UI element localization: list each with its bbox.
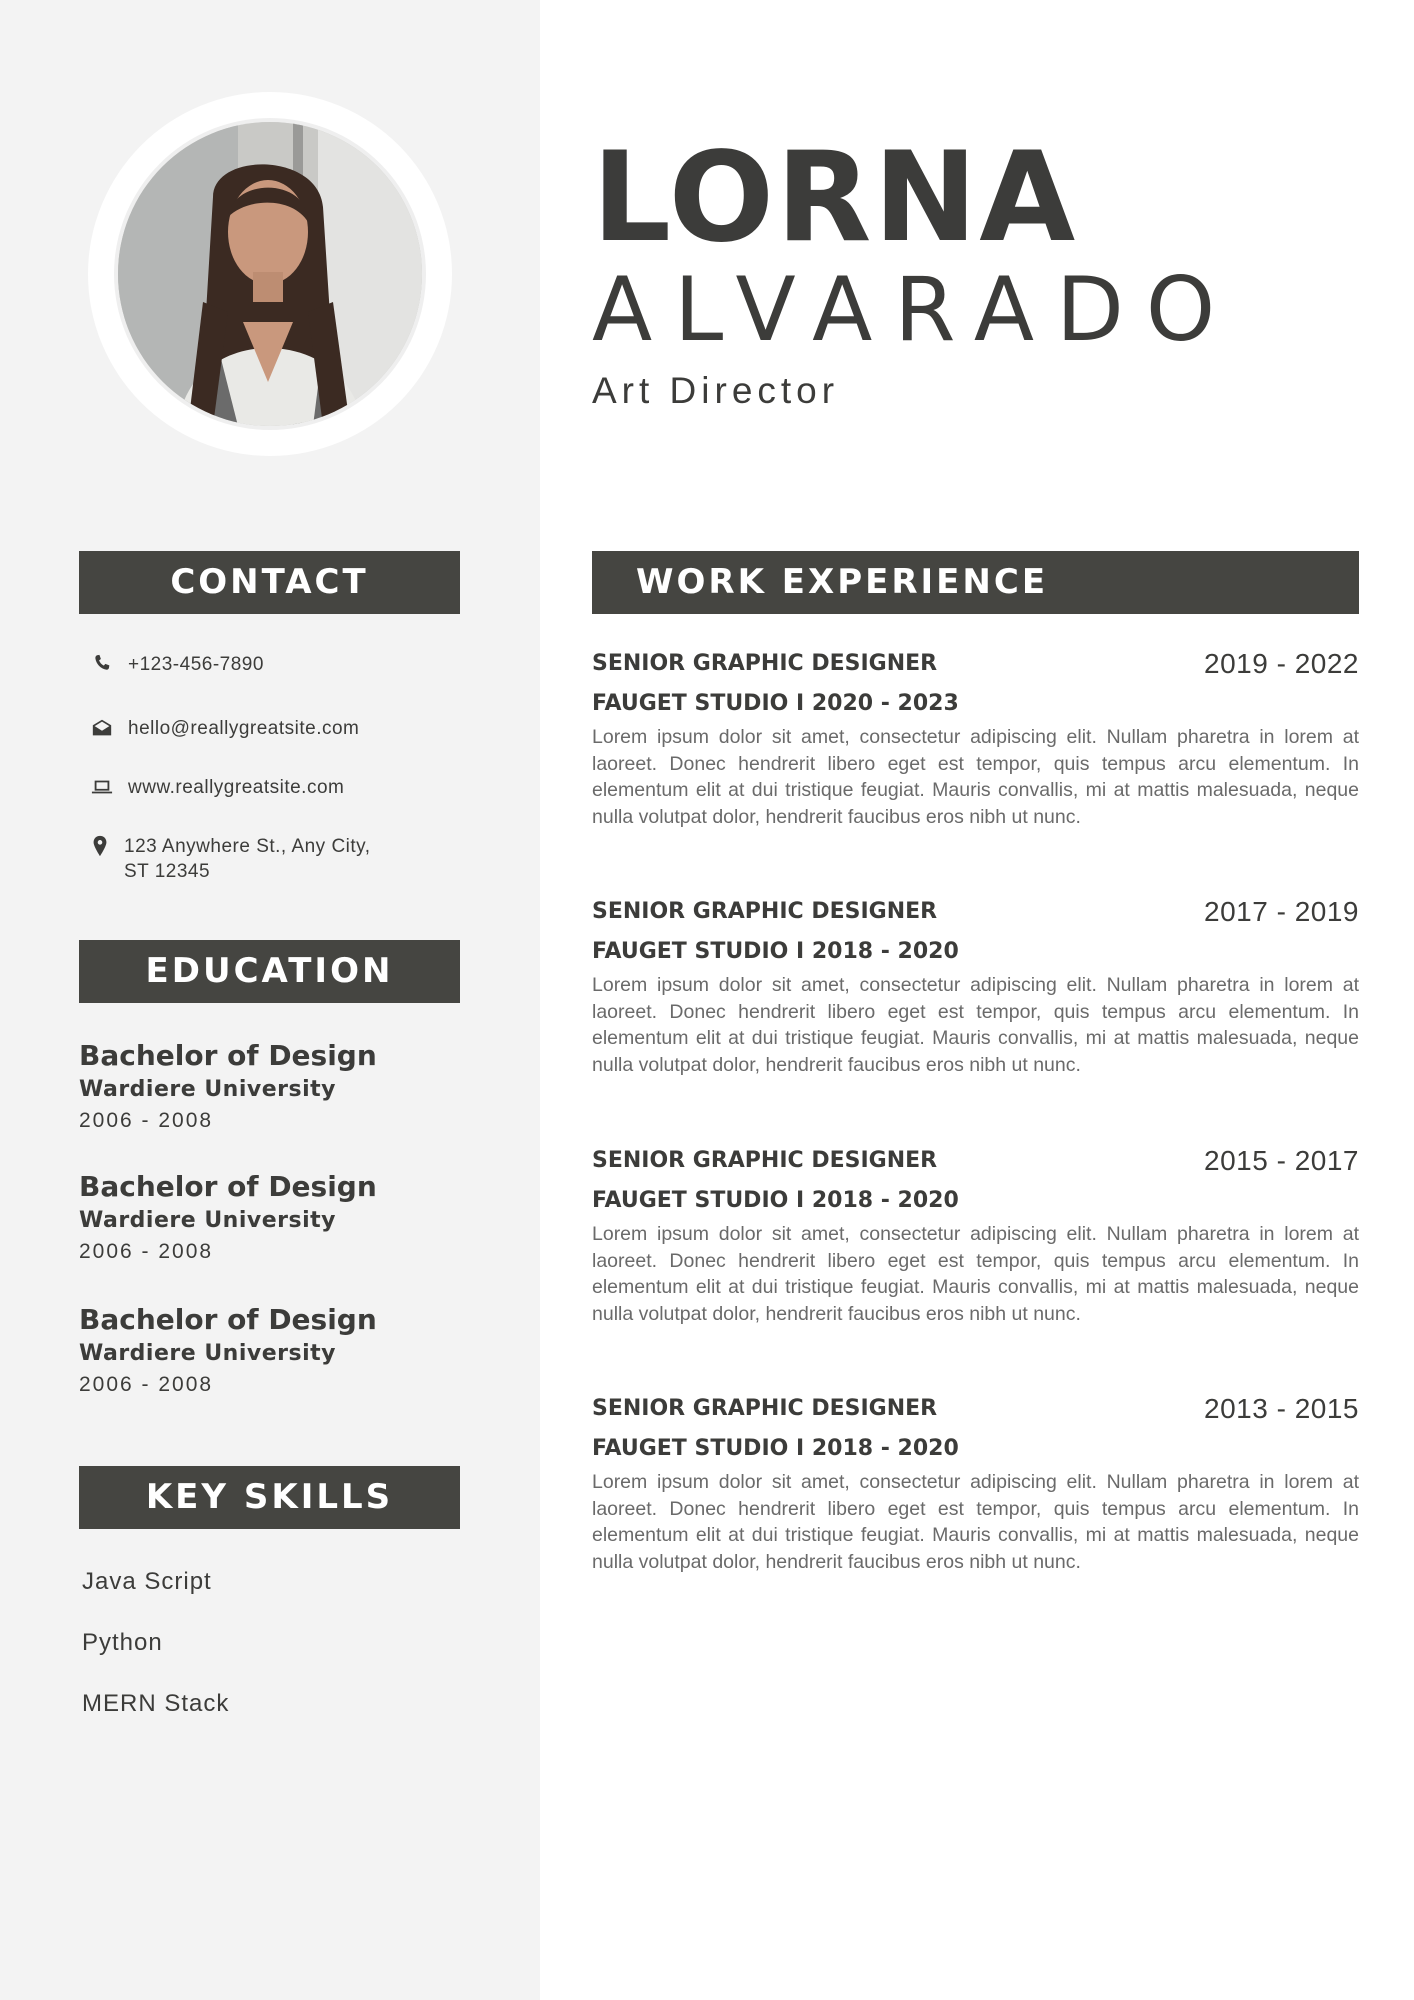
education-item: Bachelor of Design Wardiere University 2… [79, 1302, 377, 1400]
contact-heading: CONTACT [79, 551, 460, 614]
school-name: Wardiere University [79, 1208, 336, 1233]
job-description: Lorem ipsum dolor sit amet, consectetur … [592, 974, 1359, 1076]
website-link[interactable]: www.reallygreatsite.com [128, 775, 344, 800]
address-line-2: ST 12345 [124, 861, 211, 882]
email-address[interactable]: hello@reallygreatsite.com [128, 716, 359, 741]
job-years: 2015 - 2017 [1204, 1145, 1359, 1176]
school-name: Wardiere University [79, 1341, 336, 1366]
work-item: SENIOR GRAPHIC DESIGNER 2015 - 2017 FAUG… [592, 1145, 1359, 1327]
portrait-image [118, 122, 422, 426]
job-title: SENIOR GRAPHIC DESIGNER [592, 1396, 938, 1421]
job-description: Lorem ipsum dolor sit amet, consectetur … [592, 1223, 1359, 1325]
education-years: 2006 - 2008 [79, 1240, 214, 1263]
work-item: SENIOR GRAPHIC DESIGNER 2017 - 2019 FAUG… [592, 896, 1359, 1078]
address-text: 123 Anywhere St., Any City, ST 12345 [124, 834, 371, 884]
job-title: SENIOR GRAPHIC DESIGNER [592, 899, 938, 924]
map-pin-icon [88, 834, 112, 858]
job-company: FAUGET STUDIO I 2018 - 2020 [592, 1436, 959, 1461]
skill-item: Python [82, 1629, 163, 1656]
contact-website: www.reallygreatsite.com [88, 775, 344, 800]
work-item: SENIOR GRAPHIC DESIGNER 2013 - 2015 FAUG… [592, 1393, 1359, 1575]
last-name: ALVARADO [592, 258, 1238, 361]
envelope-icon [88, 716, 116, 740]
job-years: 2017 - 2019 [1204, 896, 1359, 927]
school-name: Wardiere University [79, 1077, 336, 1102]
job-company: FAUGET STUDIO I 2020 - 2023 [592, 691, 959, 716]
degree-name: Bachelor of Design [79, 1303, 377, 1336]
job-company: FAUGET STUDIO I 2018 - 2020 [592, 1188, 959, 1213]
education-heading: EDUCATION [79, 940, 460, 1003]
job-company: FAUGET STUDIO I 2018 - 2020 [592, 939, 959, 964]
address-line-1: 123 Anywhere St., Any City, [124, 836, 371, 857]
phone-icon [88, 652, 116, 676]
job-title: SENIOR GRAPHIC DESIGNER [592, 1148, 938, 1173]
job-description: Lorem ipsum dolor sit amet, consectetur … [592, 1471, 1359, 1573]
job-role: Art Director [592, 370, 840, 411]
job-title: SENIOR GRAPHIC DESIGNER [592, 651, 938, 676]
education-item: Bachelor of Design Wardiere University 2… [79, 1038, 377, 1136]
laptop-icon [88, 775, 116, 799]
job-years: 2019 - 2022 [1204, 648, 1359, 679]
contact-email: hello@reallygreatsite.com [88, 716, 359, 741]
profile-photo-frame [88, 92, 452, 456]
work-experience-heading: WORK EXPERIENCE [592, 551, 1359, 614]
work-item: SENIOR GRAPHIC DESIGNER 2019 - 2022 FAUG… [592, 648, 1359, 830]
education-years: 2006 - 2008 [79, 1109, 214, 1132]
contact-address: 123 Anywhere St., Any City, ST 12345 [88, 834, 371, 884]
skill-item: MERN Stack [82, 1690, 230, 1717]
contact-phone: +123-456-7890 [88, 652, 264, 677]
first-name: LORNA [592, 126, 1078, 270]
phone-number[interactable]: +123-456-7890 [128, 652, 264, 677]
job-description: Lorem ipsum dolor sit amet, consectetur … [592, 726, 1359, 828]
education-item: Bachelor of Design Wardiere University 2… [79, 1169, 377, 1267]
degree-name: Bachelor of Design [79, 1039, 377, 1072]
skills-heading: KEY SKILLS [79, 1466, 460, 1529]
degree-name: Bachelor of Design [79, 1170, 377, 1203]
job-years: 2013 - 2015 [1204, 1393, 1359, 1424]
education-years: 2006 - 2008 [79, 1373, 214, 1396]
skill-item: Java Script [82, 1568, 212, 1595]
profile-photo [118, 122, 422, 426]
